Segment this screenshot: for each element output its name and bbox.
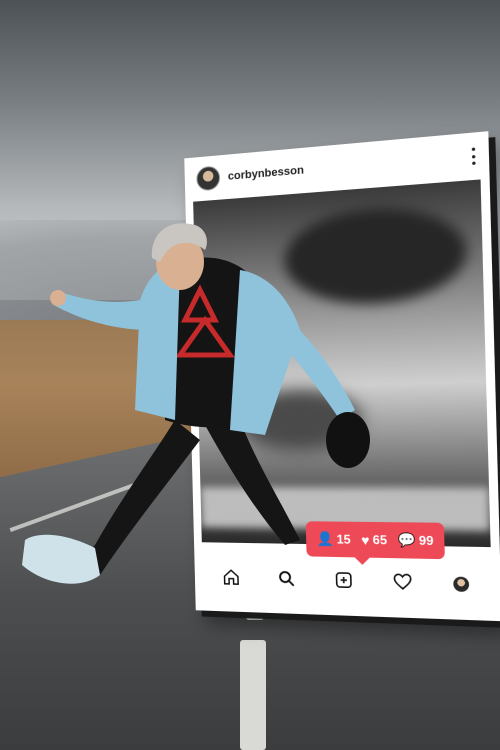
comment-icon: 💬 (397, 531, 416, 548)
heart-icon: ♥ (361, 531, 370, 548)
profile-avatar[interactable] (452, 576, 469, 592)
storm-cloud (283, 202, 469, 308)
home-icon[interactable] (222, 567, 240, 589)
followers-count: 👤 15 (316, 531, 351, 548)
post-username[interactable]: corbynbesson (228, 164, 304, 183)
likes-value: 65 (372, 532, 388, 548)
more-options-icon[interactable] (471, 147, 476, 166)
user-avatar[interactable] (196, 165, 221, 192)
post-photo (193, 179, 491, 548)
comments-count: 💬 99 (398, 532, 434, 550)
likes-count: ♥ 65 (361, 532, 387, 548)
instagram-post-frame: corbynbesson 👤 15 ♥ 65 💬 99 (184, 131, 500, 622)
bottom-nav-bar (194, 544, 500, 621)
followers-value: 15 (336, 532, 351, 547)
new-post-icon[interactable] (334, 570, 354, 592)
storm-cloud (237, 387, 363, 452)
search-icon[interactable] (277, 569, 296, 591)
user-icon: 👤 (316, 530, 334, 547)
road-center-line (240, 640, 266, 750)
heart-icon[interactable] (392, 571, 412, 594)
comments-value: 99 (418, 533, 434, 549)
